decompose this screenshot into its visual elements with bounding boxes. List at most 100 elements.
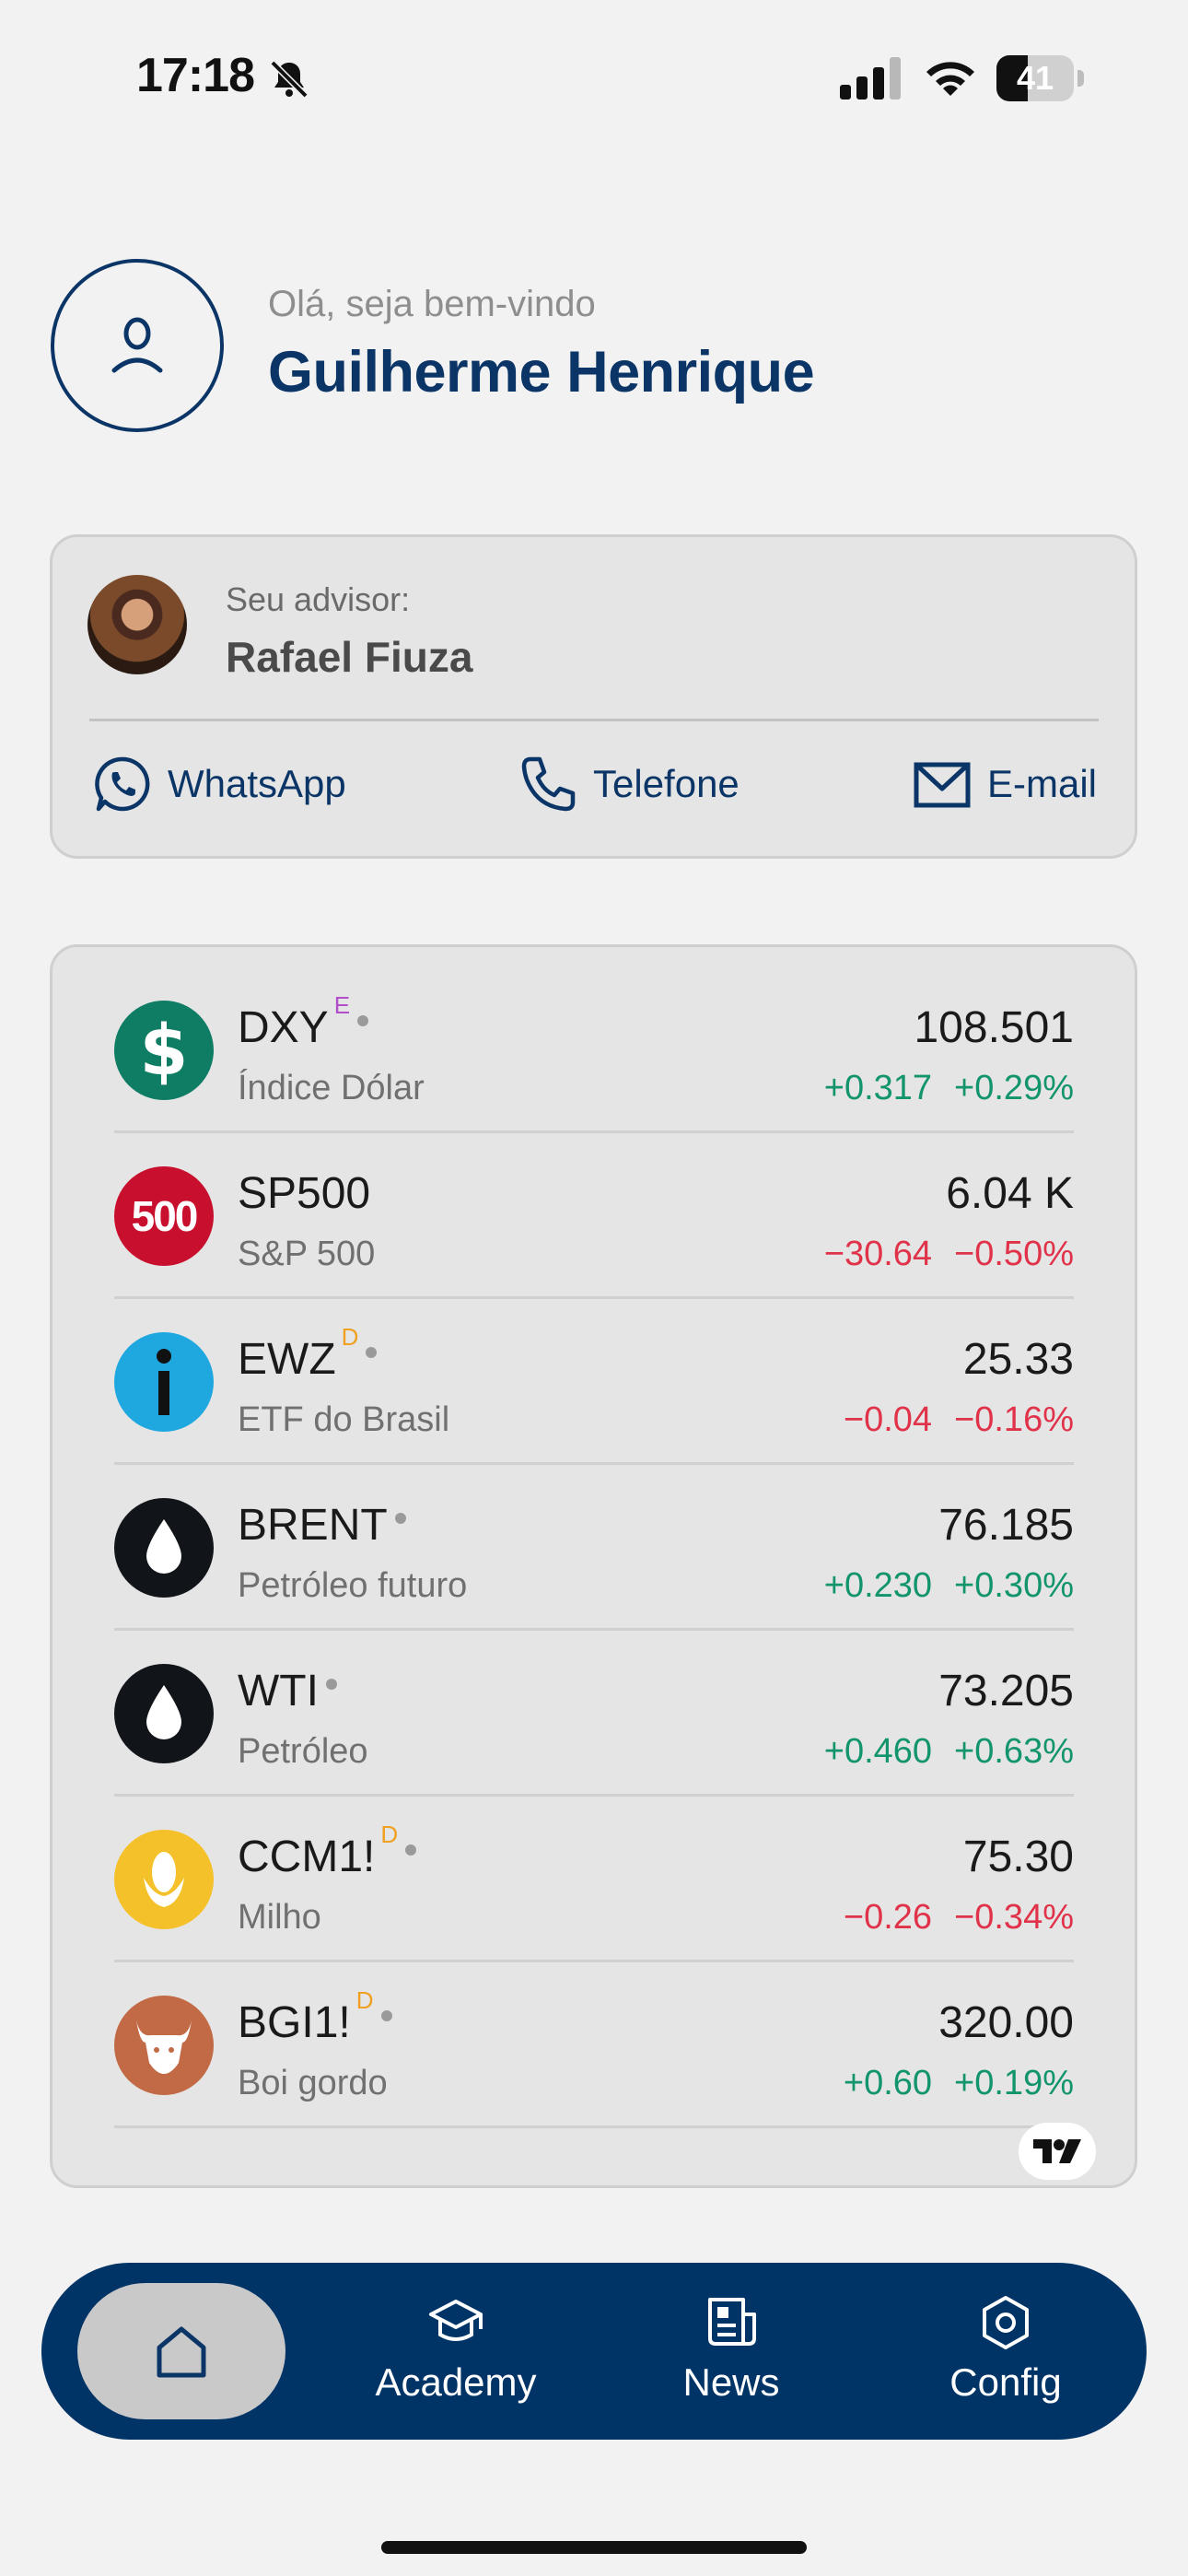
quote-symbol: SP500: [238, 1168, 370, 1219]
quote-symbol-text: WTI: [238, 1667, 319, 1715]
advisor-label: Seu advisor:: [226, 580, 411, 618]
home-indicator[interactable]: [381, 2541, 807, 2554]
quote-change: +0.317 +0.29%: [824, 1069, 1074, 1108]
quote-row-bgi1[interactable]: BGI1! D Boi gordo 320.00 +0.60 +0.19%: [114, 1962, 1074, 2128]
quote-change-abs: −0.26: [843, 1898, 933, 1937]
nav-config-button[interactable]: Config: [895, 2294, 1116, 2414]
quote-change: −30.64 −0.50%: [824, 1235, 1074, 1274]
info-icon: [114, 1332, 214, 1432]
phone-label: Telefone: [593, 762, 740, 805]
quote-symbol: WTI: [238, 1666, 337, 1716]
quote-price: 320.00: [938, 1998, 1074, 2047]
quote-change: +0.230 +0.30%: [824, 1566, 1074, 1606]
quote-change-pct: −0.50%: [954, 1235, 1074, 1273]
quote-change-abs: −30.64: [823, 1235, 933, 1273]
home-icon: [157, 2326, 206, 2378]
quote-name: Petróleo: [238, 1732, 368, 1771]
oil-drop-icon: [114, 1498, 214, 1598]
quote-change: +0.460 +0.63%: [824, 1732, 1074, 1772]
quote-symbol-text: BRENT: [238, 1501, 388, 1550]
quote-name: Boi gordo: [238, 2064, 388, 2102]
mail-icon: [914, 762, 971, 808]
quote-change-pct: −0.16%: [954, 1400, 1074, 1439]
quote-change-abs: +0.317: [823, 1069, 933, 1107]
user-avatar[interactable]: [51, 259, 224, 432]
nav-home-button[interactable]: [77, 2283, 285, 2419]
quote-name: ETF do Brasil: [238, 1400, 450, 1439]
quote-change-abs: +0.230: [823, 1566, 933, 1605]
oil-drop-icon: [114, 1664, 214, 1763]
quote-change-abs: +0.460: [823, 1732, 933, 1771]
quote-name: Petróleo futuro: [238, 1566, 468, 1605]
quote-change-pct: +0.63%: [954, 1732, 1074, 1771]
settings-icon: [983, 2296, 1029, 2349]
email-button[interactable]: E-mail: [912, 754, 1097, 814]
quote-change-pct: +0.19%: [954, 2064, 1074, 2102]
dollar-icon: $: [114, 1001, 214, 1100]
tradingview-logo-icon[interactable]: [1019, 2123, 1096, 2180]
nav-config-label: Config: [949, 2360, 1062, 2404]
quote-symbol-text: SP500: [238, 1169, 371, 1218]
quote-symbol-text: BGI1!: [238, 1998, 351, 2047]
status-time: 17:18: [136, 49, 255, 102]
quote-badge: E: [333, 991, 351, 1019]
phone-button[interactable]: Telefone: [518, 754, 740, 814]
quote-row-dxy[interactable]: $ DXY E Índice Dólar 108.501 +0.317 +0.29%: [114, 967, 1074, 1133]
phone-icon: [521, 756, 576, 812]
bull-icon: [114, 1996, 214, 2095]
quote-change-abs: −0.04: [843, 1400, 933, 1439]
market-status-dot: [394, 1513, 406, 1525]
market-status-dot: [380, 2010, 392, 2022]
graduation-cap-icon: [429, 2300, 483, 2341]
quote-row-brent[interactable]: BRENT Petróleo futuro 76.185 +0.230 +0.30%: [114, 1465, 1074, 1631]
quote-change-pct: +0.29%: [954, 1069, 1074, 1107]
nav-academy-button[interactable]: Academy: [345, 2294, 566, 2414]
quote-change-pct: −0.34%: [954, 1898, 1074, 1937]
whatsapp-icon: [95, 756, 150, 812]
sp500-logo-text: 500: [131, 1192, 199, 1240]
bell-muted-icon: [270, 60, 309, 99]
quote-price: 76.185: [938, 1501, 1074, 1550]
quote-name: S&P 500: [238, 1235, 376, 1273]
quote-symbol: BRENT: [238, 1500, 406, 1551]
battery-icon: 41: [996, 55, 1085, 101]
quote-row-wti[interactable]: WTI Petróleo 73.205 +0.460 +0.63%: [114, 1631, 1074, 1797]
quote-badge: D: [380, 1821, 399, 1848]
newspaper-icon: [708, 2298, 756, 2346]
advisor-divider: [89, 719, 1099, 721]
market-status-dot: [357, 1015, 369, 1027]
quote-change: −0.04 −0.16%: [844, 1400, 1074, 1440]
corn-icon: [114, 1830, 214, 1929]
nav-news-button[interactable]: News: [621, 2294, 842, 2414]
quote-symbol: DXY E: [238, 991, 369, 1053]
quote-symbol-text: DXY: [238, 1003, 329, 1052]
quote-price: 73.205: [938, 1667, 1074, 1715]
quote-symbol-text: EWZ: [238, 1335, 336, 1384]
nav-academy-label: Academy: [375, 2360, 537, 2404]
market-status-dot: [405, 1844, 417, 1856]
battery-level: 41: [1016, 59, 1054, 97]
quote-price: 6.04 K: [946, 1169, 1074, 1218]
quote-price: 25.33: [962, 1335, 1074, 1384]
quote-symbol-text: CCM1!: [238, 1832, 376, 1881]
nav-news-label: News: [682, 2360, 780, 2404]
whatsapp-label: WhatsApp: [168, 762, 346, 805]
quote-row-ccm1[interactable]: CCM1! D Milho 75.30 −0.26 −0.34%: [114, 1797, 1074, 1962]
market-status-dot: [325, 1679, 337, 1691]
quote-price: 75.30: [962, 1832, 1074, 1881]
wifi-icon: [926, 62, 974, 96]
quote-badge: D: [341, 1323, 359, 1351]
advisor-name: Rafael Fiuza: [226, 633, 473, 681]
quote-name: Índice Dólar: [238, 1069, 425, 1107]
quote-row-ewz[interactable]: EWZ D ETF do Brasil 25.33 −0.04 −0.16%: [114, 1299, 1074, 1465]
quote-row-sp500[interactable]: 500 SP500 S&P 500 6.04 K −30.64 −0.50%: [114, 1133, 1074, 1299]
sp500-icon: 500: [114, 1166, 214, 1266]
row-divider: [114, 2125, 1074, 2128]
whatsapp-button[interactable]: WhatsApp: [92, 754, 346, 814]
quote-name: Milho: [238, 1898, 321, 1937]
quote-symbol: BGI1! D: [238, 1986, 392, 2048]
email-label: E-mail: [987, 762, 1098, 805]
quote-change-pct: +0.30%: [954, 1566, 1074, 1605]
quote-change: −0.26 −0.34%: [844, 1898, 1074, 1938]
user-name: Guilherme Henrique: [268, 340, 815, 404]
